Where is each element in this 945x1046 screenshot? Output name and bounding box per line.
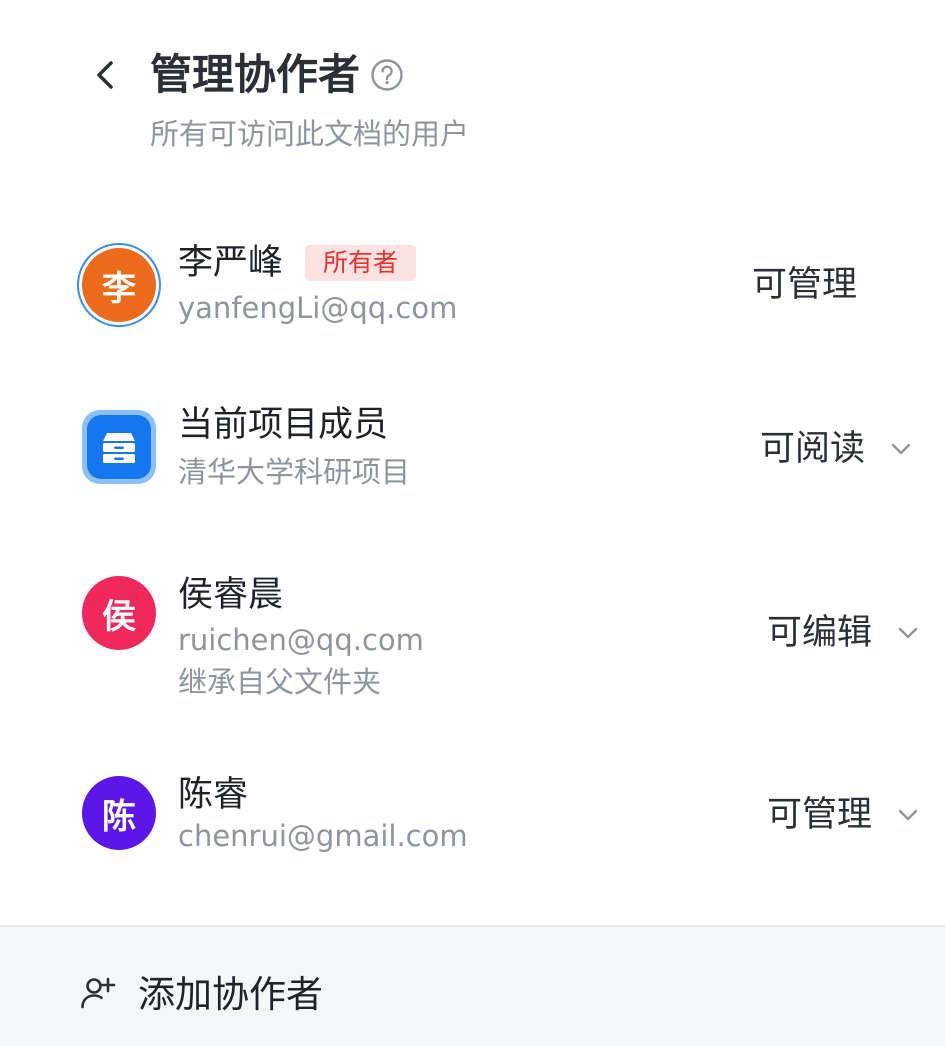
member-row[interactable]: 当前项目成员 清华大学科研项目 可阅读 bbox=[0, 400, 945, 500]
page-subtitle: 所有可访问此文档的用户 bbox=[150, 117, 470, 151]
member-row[interactable]: 侯 侯睿晨 ruichen@qq.com 继承自父文件夹 可编辑 bbox=[0, 570, 945, 710]
add-collaborator-label: 添加协作者 bbox=[138, 973, 323, 1016]
permission-text: 可编辑 bbox=[766, 613, 872, 653]
page-title: 管理协作者 bbox=[150, 50, 361, 99]
chevron-left-icon bbox=[97, 61, 113, 89]
permission-text: 可管理 bbox=[766, 795, 872, 835]
permission-text: 可阅读 bbox=[759, 429, 865, 469]
member-email: ruichen@qq.com bbox=[178, 623, 424, 657]
permission-label: 可管理 bbox=[752, 262, 857, 308]
avatar-initial: 侯 bbox=[102, 596, 136, 637]
avatar: 李 bbox=[82, 248, 156, 322]
avatar: 侯 bbox=[82, 576, 156, 650]
permission-dropdown[interactable]: 可编辑 bbox=[767, 610, 922, 656]
chevron-down-icon bbox=[894, 801, 922, 829]
permission-text: 可管理 bbox=[751, 265, 857, 305]
member-name: 李严峰 bbox=[178, 243, 284, 283]
member-name: 当前项目成员 bbox=[178, 405, 389, 445]
owner-badge: 所有者 bbox=[305, 245, 417, 281]
help-circle-icon[interactable] bbox=[370, 58, 404, 92]
back-button[interactable] bbox=[82, 52, 128, 98]
member-name: 陈睿 bbox=[178, 775, 249, 815]
page-header: 管理协作者 所有可访问此文档的用户 bbox=[0, 0, 945, 200]
add-user-icon bbox=[81, 977, 116, 1009]
permission-dropdown[interactable]: 可管理 bbox=[767, 792, 922, 838]
member-name: 侯睿晨 bbox=[178, 575, 284, 615]
member-detail: 清华大学科研项目 bbox=[178, 455, 411, 489]
member-email: yanfengLi@qq.com bbox=[178, 291, 458, 325]
member-email: chenrui@gmail.com bbox=[178, 819, 468, 853]
avatar-initial: 陈 bbox=[102, 796, 136, 837]
avatar-initial: 李 bbox=[102, 268, 136, 309]
member-row[interactable]: 陈 陈睿 chenrui@gmail.com 可管理 bbox=[0, 770, 945, 870]
chevron-down-icon bbox=[887, 435, 915, 463]
project-archive-icon bbox=[82, 410, 156, 484]
permission-dropdown[interactable]: 可阅读 bbox=[760, 426, 915, 472]
member-row[interactable]: 李 李严峰 所有者 yanfengLi@qq.com 可管理 bbox=[0, 236, 945, 336]
avatar: 陈 bbox=[82, 776, 156, 850]
inherited-note: 继承自父文件夹 bbox=[178, 665, 382, 699]
add-collaborator-button[interactable]: 添加协作者 bbox=[0, 925, 945, 1046]
chevron-down-icon bbox=[894, 619, 922, 647]
